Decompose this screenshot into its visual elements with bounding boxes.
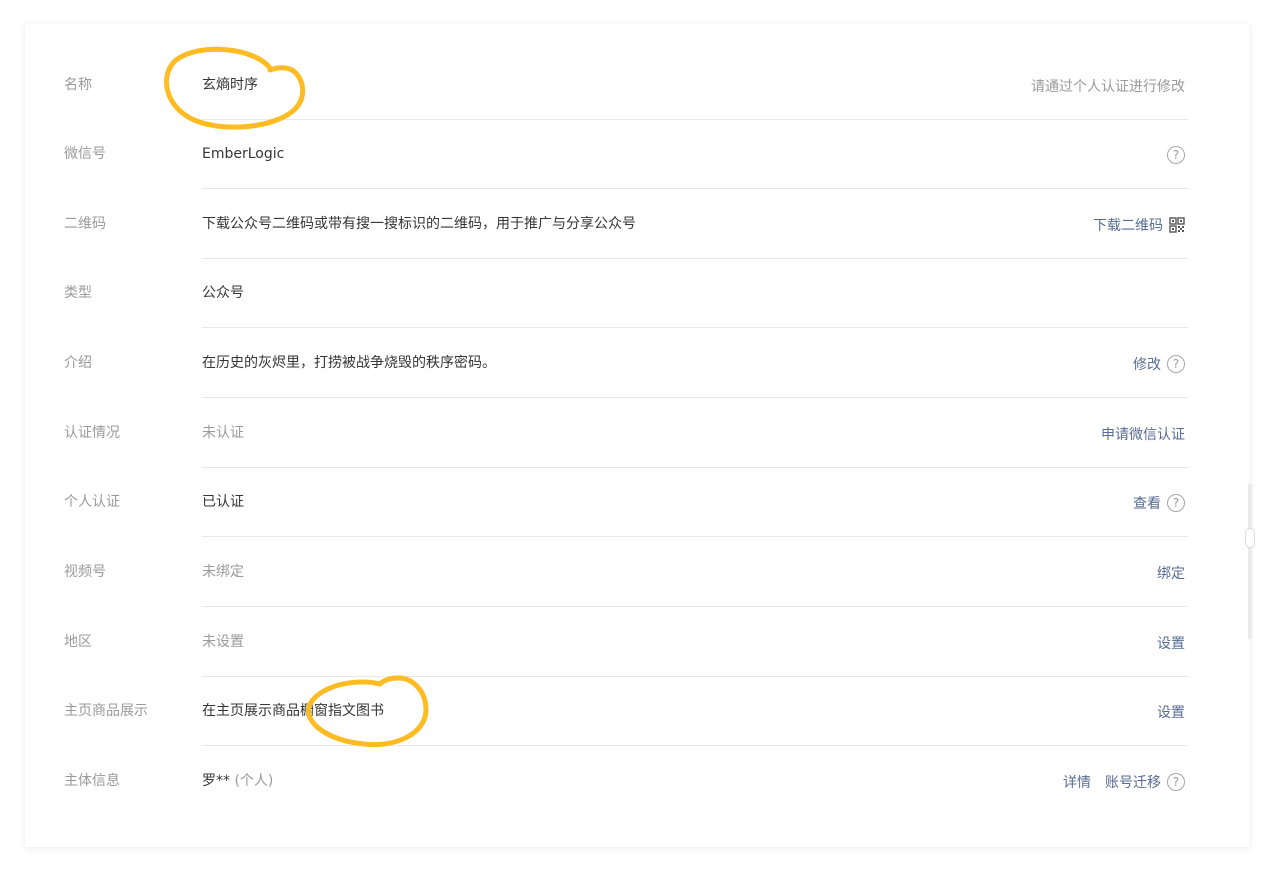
qrcode-icon[interactable] — [1169, 216, 1185, 233]
verification-label: 认证情况 — [64, 425, 120, 441]
set-homepage-products-link[interactable]: 设置 — [1157, 702, 1185, 722]
homepage-products-value: 在主页展示商品橱窗指文图书 — [202, 703, 384, 719]
type-value: 公众号 — [202, 285, 244, 301]
row-wechat-id: 微信号 EmberLogic ? — [25, 120, 1249, 189]
type-label: 类型 — [64, 285, 92, 301]
row-name: 名称 玄熵时序 请通过个人认证进行修改 — [25, 51, 1249, 120]
question-circle-icon[interactable]: ? — [1167, 145, 1185, 164]
download-qrcode-action[interactable]: 下载二维码 — [1093, 190, 1185, 259]
question-circle-icon[interactable]: ? — [1167, 493, 1185, 512]
modify-intro-link[interactable]: 修改 — [1133, 354, 1161, 374]
homepage-products-actions: 设置 — [1157, 677, 1185, 746]
entity-info-actions: 详情 账号迁移 ? — [1063, 747, 1185, 816]
account-info-card: 名称 玄熵时序 请通过个人认证进行修改 微信号 EmberLogic ? 二维码… — [25, 24, 1249, 847]
row-homepage-products: 主页商品展示 在主页展示商品橱窗指文图书 设置 — [25, 677, 1249, 746]
divider — [202, 606, 1188, 607]
intro-label: 介绍 — [64, 355, 92, 371]
divider — [202, 327, 1188, 328]
intro-value: 在历史的灰烬里，打捞被战争烧毁的秩序密码。 — [202, 355, 496, 371]
entity-info-value: 罗** (个人) — [202, 747, 273, 816]
channels-actions: 绑定 — [1157, 538, 1185, 607]
entity-info-label: 主体信息 — [64, 773, 120, 789]
personal-verification-label: 个人认证 — [64, 494, 120, 510]
personal-verification-actions: 查看 ? — [1133, 468, 1185, 537]
channels-label: 视频号 — [64, 564, 106, 580]
download-qrcode-link[interactable]: 下载二维码 — [1093, 215, 1163, 235]
entity-name: 罗** — [202, 773, 230, 789]
row-verification: 认证情况 未认证 申请微信认证 — [25, 399, 1249, 468]
entity-details-link[interactable]: 详情 — [1063, 772, 1091, 792]
region-status: 未设置 — [202, 634, 244, 650]
region-actions: 设置 — [1157, 608, 1185, 677]
homepage-products-label: 主页商品展示 — [64, 703, 148, 719]
view-verification-link[interactable]: 查看 — [1133, 493, 1161, 513]
wechat-id-actions: ? — [1165, 120, 1185, 189]
divider — [202, 397, 1188, 398]
row-region: 地区 未设置 设置 — [25, 608, 1249, 677]
name-label: 名称 — [64, 77, 92, 93]
row-type: 类型 公众号 — [25, 259, 1249, 328]
row-entity-info: 主体信息 罗** (个人) 详情 账号迁移 ? — [25, 747, 1249, 816]
divider — [202, 188, 1188, 189]
set-region-link[interactable]: 设置 — [1157, 633, 1185, 653]
region-label: 地区 — [64, 634, 92, 650]
row-channels: 视频号 未绑定 绑定 — [25, 538, 1249, 607]
row-qrcode: 二维码 下载公众号二维码或带有搜一搜标识的二维码，用于推广与分享公众号 下载二维… — [25, 190, 1249, 259]
row-personal-verification: 个人认证 已认证 查看 ? — [25, 468, 1249, 537]
qrcode-label: 二维码 — [64, 216, 106, 232]
side-panel-handle[interactable] — [1245, 528, 1255, 548]
name-value: 玄熵时序 — [202, 77, 258, 93]
side-panel-edge — [1248, 484, 1252, 639]
bind-channels-link[interactable]: 绑定 — [1157, 563, 1185, 583]
question-circle-icon[interactable]: ? — [1167, 354, 1185, 373]
personal-verification-status: 已认证 — [202, 494, 244, 510]
apply-verification-link[interactable]: 申请微信认证 — [1101, 424, 1185, 444]
row-intro: 介绍 在历史的灰烬里，打捞被战争烧毁的秩序密码。 修改 ? — [25, 329, 1249, 398]
intro-actions: 修改 ? — [1133, 329, 1185, 398]
verification-actions: 申请微信认证 — [1101, 399, 1185, 468]
name-modify-hint: 请通过个人认证进行修改 — [1031, 78, 1185, 95]
question-circle-icon[interactable]: ? — [1167, 772, 1185, 791]
account-migration-link[interactable]: 账号迁移 — [1105, 772, 1161, 792]
verification-status: 未认证 — [202, 425, 244, 441]
wechat-id-label: 微信号 — [64, 146, 106, 162]
wechat-id-value: EmberLogic — [202, 146, 285, 162]
qrcode-description: 下载公众号二维码或带有搜一搜标识的二维码，用于推广与分享公众号 — [202, 216, 636, 232]
divider — [202, 536, 1188, 537]
entity-type: (个人) — [234, 773, 274, 789]
divider — [202, 745, 1188, 746]
channels-status: 未绑定 — [202, 564, 244, 580]
